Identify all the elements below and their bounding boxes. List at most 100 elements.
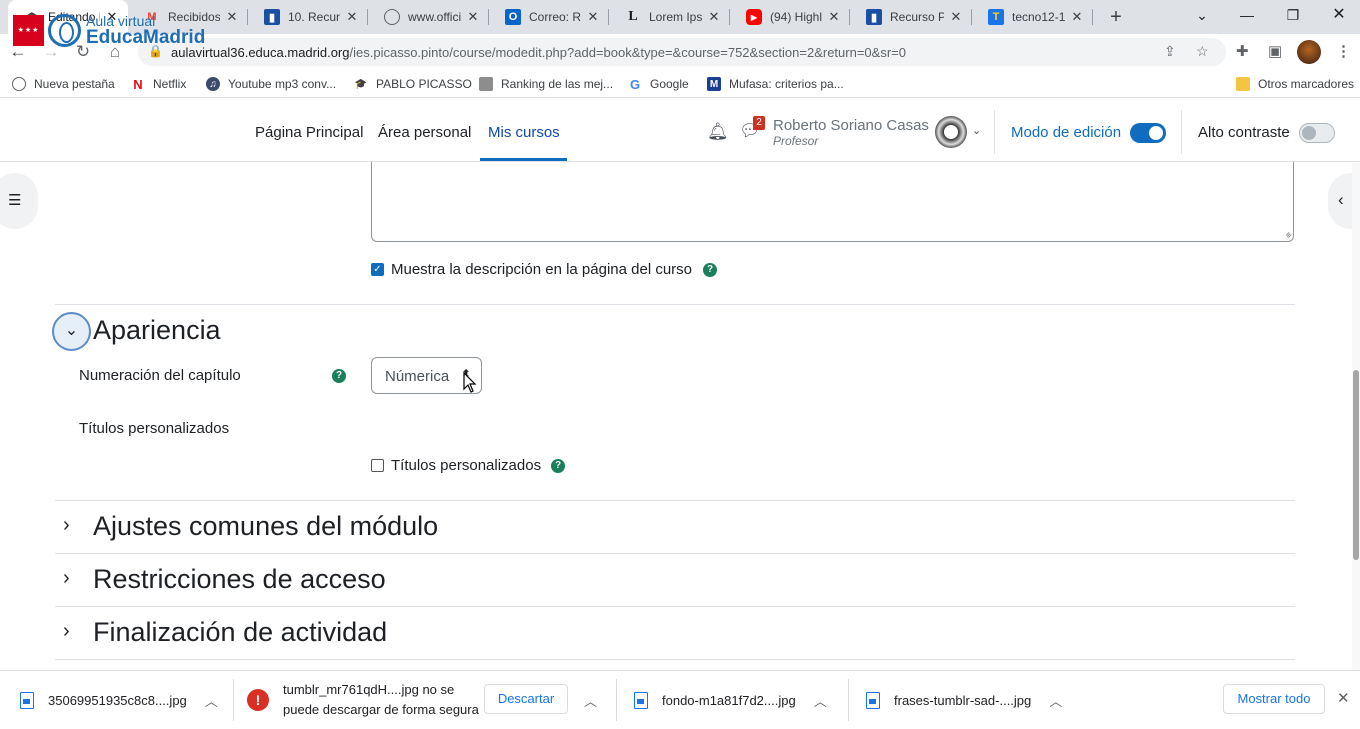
appearance-section-title[interactable]: Apariencia [93,315,221,346]
close-tab-icon[interactable]: ✕ [465,9,481,25]
chevron-up-icon[interactable]: ︿ [1049,691,1062,710]
section-divider [55,553,1295,554]
help-icon[interactable]: ? [332,369,346,383]
other-bookmarks[interactable]: Otros marcadores [1236,75,1354,93]
close-tab-icon[interactable]: ✕ [585,9,601,25]
bookmark-item[interactable]: ♫ Youtube mp3 conv... [206,75,336,93]
bookmark-item[interactable]: Nueva pestaña [12,75,115,93]
user-avatar[interactable] [935,116,967,148]
custom-titles-checkbox-label[interactable]: Títulos personalizados [391,457,541,474]
user-name[interactable]: Roberto Soriano Casas [773,117,929,134]
help-icon[interactable]: ? [551,459,565,473]
clapper-icon: ▮ [264,9,280,25]
nav-my-courses[interactable]: Mis cursos [488,124,560,141]
download-item[interactable]: fondo-m1a81f7d2....jpg ︿ [634,671,827,729]
browser-tab[interactable]: ▮ Recurso P ✕ [850,0,972,34]
chevron-up-icon[interactable]: ︿ [584,671,597,729]
browser-tab[interactable]: L Lorem Ipsu ✕ [609,0,730,34]
active-nav-indicator [480,158,567,161]
nav-home[interactable]: Página Principal [255,124,363,141]
user-role: Profesor [773,134,819,148]
help-icon[interactable]: ? [703,263,717,277]
chevron-right-icon[interactable]: › [63,514,70,537]
bookmark-item[interactable]: G Google [628,75,689,93]
browser-tab[interactable]: O Correo: Ro ✕ [489,0,609,34]
google-icon: G [629,76,641,92]
close-tab-icon[interactable]: ✕ [344,9,360,25]
browser-tab[interactable]: T tecno12-1 ✕ [972,0,1093,34]
madrid-flag-logo[interactable]: ★★★ [13,15,44,46]
moodle-hat-icon: 🎓 [354,78,368,90]
lorem-icon: L [628,9,638,24]
profile-avatar[interactable] [1297,40,1321,64]
page-icon [479,77,493,91]
collapse-chevron-icon[interactable]: ⌄ [52,312,91,351]
chevron-up-icon[interactable]: ︿ [814,691,827,710]
bell-icon[interactable]: 🔔︎ [707,122,729,142]
download-item-warning[interactable]: ! tumblr_mr761qdH....jpg no se puede des… [247,671,483,729]
side-panel-icon[interactable]: ▣ [1268,42,1282,60]
outlook-icon: O [505,9,521,25]
course-index-drawer-button[interactable]: ☰ [0,173,38,229]
high-contrast-toggle[interactable] [1299,123,1335,143]
description-textarea[interactable]: ≡ [371,162,1294,242]
bookmark-item[interactable]: N Netflix [131,75,186,93]
section-divider [55,606,1295,607]
close-tab-icon[interactable]: ✕ [224,9,240,25]
bookmark-star-icon[interactable]: ☆ [1196,43,1209,60]
high-contrast-label: Alto contraste [1198,124,1290,141]
resize-grip-icon[interactable]: ≡ [1283,230,1294,241]
restore-icon[interactable]: ❐ [1270,0,1316,30]
browser-tab[interactable]: www.offici ✕ [368,0,489,34]
download-item[interactable]: frases-tumblr-sad-....jpg ︿ [866,671,1062,729]
custom-titles-checkbox[interactable] [371,459,384,472]
bookmark-item[interactable]: M Mufasa: criterios pa... [707,75,844,93]
share-icon[interactable]: ⇪ [1164,43,1176,60]
bookmarks-bar: Nueva pestaña N Netflix ♫ Youtube mp3 conv… [0,70,1360,98]
browser-tab[interactable]: ▶ (94) Highli ✕ [730,0,850,34]
address-bar[interactable]: 🔒 aulavirtual36.educa.madrid.org/ies.pic… [138,38,1226,66]
chevron-right-icon[interactable]: › [63,620,70,643]
browser-tab[interactable]: ▮ 10. Recurs ✕ [248,0,368,34]
netflix-icon: N [133,76,143,92]
minimize-icon[interactable]: — [1224,0,1270,30]
chevron-up-icon[interactable]: ︿ [205,691,218,710]
nav-dashboard[interactable]: Área personal [378,124,471,141]
close-tab-icon[interactable]: ✕ [706,9,722,25]
logo-title[interactable]: EducaMadrid [86,27,205,49]
activity-completion-section-title[interactable]: Finalización de actividad [93,617,387,648]
scrollbar-thumb[interactable] [1353,370,1359,560]
show-description-checkbox[interactable]: ✓ [371,263,384,276]
close-tab-icon[interactable]: ✕ [826,9,842,25]
browser-menu-icon[interactable]: ⋮ [1336,42,1351,60]
show-all-downloads-button[interactable]: Mostrar todo [1223,684,1325,714]
bookmark-item[interactable]: Ranking de las mej... [479,75,613,93]
divider [994,110,995,154]
close-window-icon[interactable]: ✕ [1316,0,1360,30]
t-icon: T [988,9,1004,25]
bookmark-item[interactable]: 🎓 PABLO PICASSO [354,75,472,93]
module-settings-section-title[interactable]: Ajustes comunes del módulo [93,511,438,542]
edit-mode-toggle[interactable] [1130,123,1166,143]
download-item[interactable]: 35069951935c8c8....jpg ︿ [20,671,218,729]
access-restrictions-section-title[interactable]: Restricciones de acceso [93,564,386,595]
close-download-bar-icon[interactable]: ✕ [1337,689,1350,707]
close-tab-icon[interactable]: ✕ [948,9,964,25]
chevron-left-icon: ‹ [1338,190,1344,209]
educamadrid-globe-icon[interactable] [48,14,81,47]
divider [1181,110,1182,154]
show-description-label[interactable]: Muestra la descripción en la página del … [391,261,692,278]
new-tab-icon[interactable]: + [1104,5,1128,29]
chevron-down-icon[interactable]: ⌄ [972,124,981,137]
edit-mode-label: Modo de edición [1011,124,1122,141]
extensions-puzzle-icon[interactable]: ✚ [1236,42,1249,60]
chevron-right-icon[interactable]: › [63,567,70,590]
tab-search-chevron-icon[interactable]: ⌄ [1179,0,1225,30]
discard-button[interactable]: Descartar [484,684,568,714]
globe-icon [384,9,400,25]
notification-badge: 2 [753,116,765,130]
close-tab-icon[interactable]: ✕ [1069,9,1085,25]
image-file-icon [866,691,880,709]
mufasa-icon: M [707,77,721,91]
globe-icon [12,77,26,91]
